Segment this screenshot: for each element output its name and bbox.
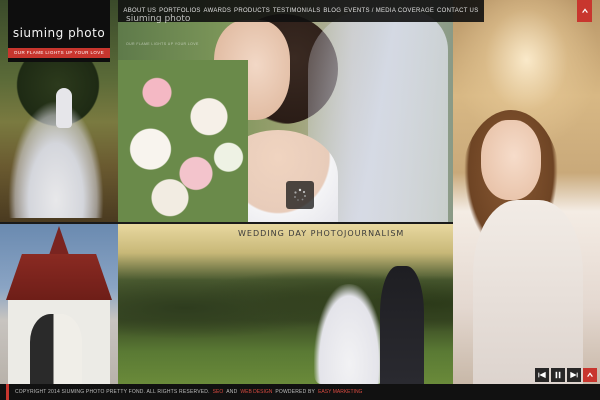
nav-item-products[interactable]: PRODUCTS	[234, 8, 270, 14]
nav-item-contact-us[interactable]: CONTACT US	[437, 8, 478, 14]
footer-link-seo[interactable]: SEO	[213, 389, 224, 395]
ghost-logo-tagline: OUR FLAME LIGHTS UP YOUR LOVE	[126, 42, 199, 46]
footer-accent-bar	[6, 384, 9, 400]
footer-link-easy-marketing[interactable]: EASY MARKETING	[318, 389, 362, 395]
photo-field-groom	[380, 266, 424, 384]
photo-bride-portrait[interactable]	[453, 0, 600, 384]
section-caption: WEDDING DAY PHOTOJOURNALISM	[238, 229, 405, 238]
next-button[interactable]	[567, 368, 581, 382]
previous-icon	[538, 371, 546, 379]
ghost-logo-text: siuming photo	[126, 14, 191, 24]
photo-bride-dress	[473, 200, 583, 384]
photo-couple	[30, 314, 82, 384]
photo-field-couple[interactable]	[118, 224, 453, 384]
photo-spire	[48, 226, 70, 258]
site-logo[interactable]: siuming photo OUR FLAME LIGHTS UP YOUR L…	[8, 0, 110, 62]
site-footer: COPYRIGHT 2014 SIUMING PHOTO PRETTY FOND…	[0, 384, 600, 400]
logo-text: siuming photo	[12, 26, 106, 40]
nav-item-blog[interactable]: BLOG	[323, 8, 341, 14]
pause-icon	[555, 371, 561, 379]
previous-button[interactable]	[535, 368, 549, 382]
collapse-menu-button[interactable]	[577, 0, 592, 22]
chevron-up-icon	[581, 8, 588, 13]
loading-spinner-icon	[294, 188, 306, 201]
nav-item-events-media[interactable]: EVENTS / MEDIA COVERAGE	[344, 8, 434, 14]
footer-link-web-design[interactable]: WEB DESIGN	[240, 389, 272, 395]
logo-tagline: OUR FLAME LIGHTS UP YOUR LOVE	[8, 48, 110, 58]
footer-copyright: COPYRIGHT 2014 SIUMING PHOTO PRETTY FOND…	[15, 389, 210, 395]
page: siuming photo OUR FLAME LIGHTS UP YOUR L…	[0, 0, 600, 400]
nav-item-testimonials[interactable]: TESTIMONIALS	[273, 8, 321, 14]
pause-button[interactable]	[551, 368, 565, 382]
photo-pavilion-couple[interactable]	[0, 224, 118, 384]
photo-bride	[56, 88, 72, 128]
photo-roof	[6, 254, 112, 300]
nav-item-awards[interactable]: AWARDS	[204, 8, 232, 14]
photo-bride-face	[481, 120, 541, 200]
toggle-thumbnails-button[interactable]	[583, 368, 597, 382]
footer-and: AND	[226, 389, 238, 395]
photo-bouquet	[118, 60, 248, 222]
chevron-up-icon	[587, 372, 593, 377]
photo-field-bride	[314, 284, 384, 384]
footer-powered-by: POWDERED BY	[275, 389, 316, 395]
loading-spinner	[286, 181, 314, 209]
next-icon	[570, 371, 578, 379]
slideshow-controls	[535, 368, 597, 382]
